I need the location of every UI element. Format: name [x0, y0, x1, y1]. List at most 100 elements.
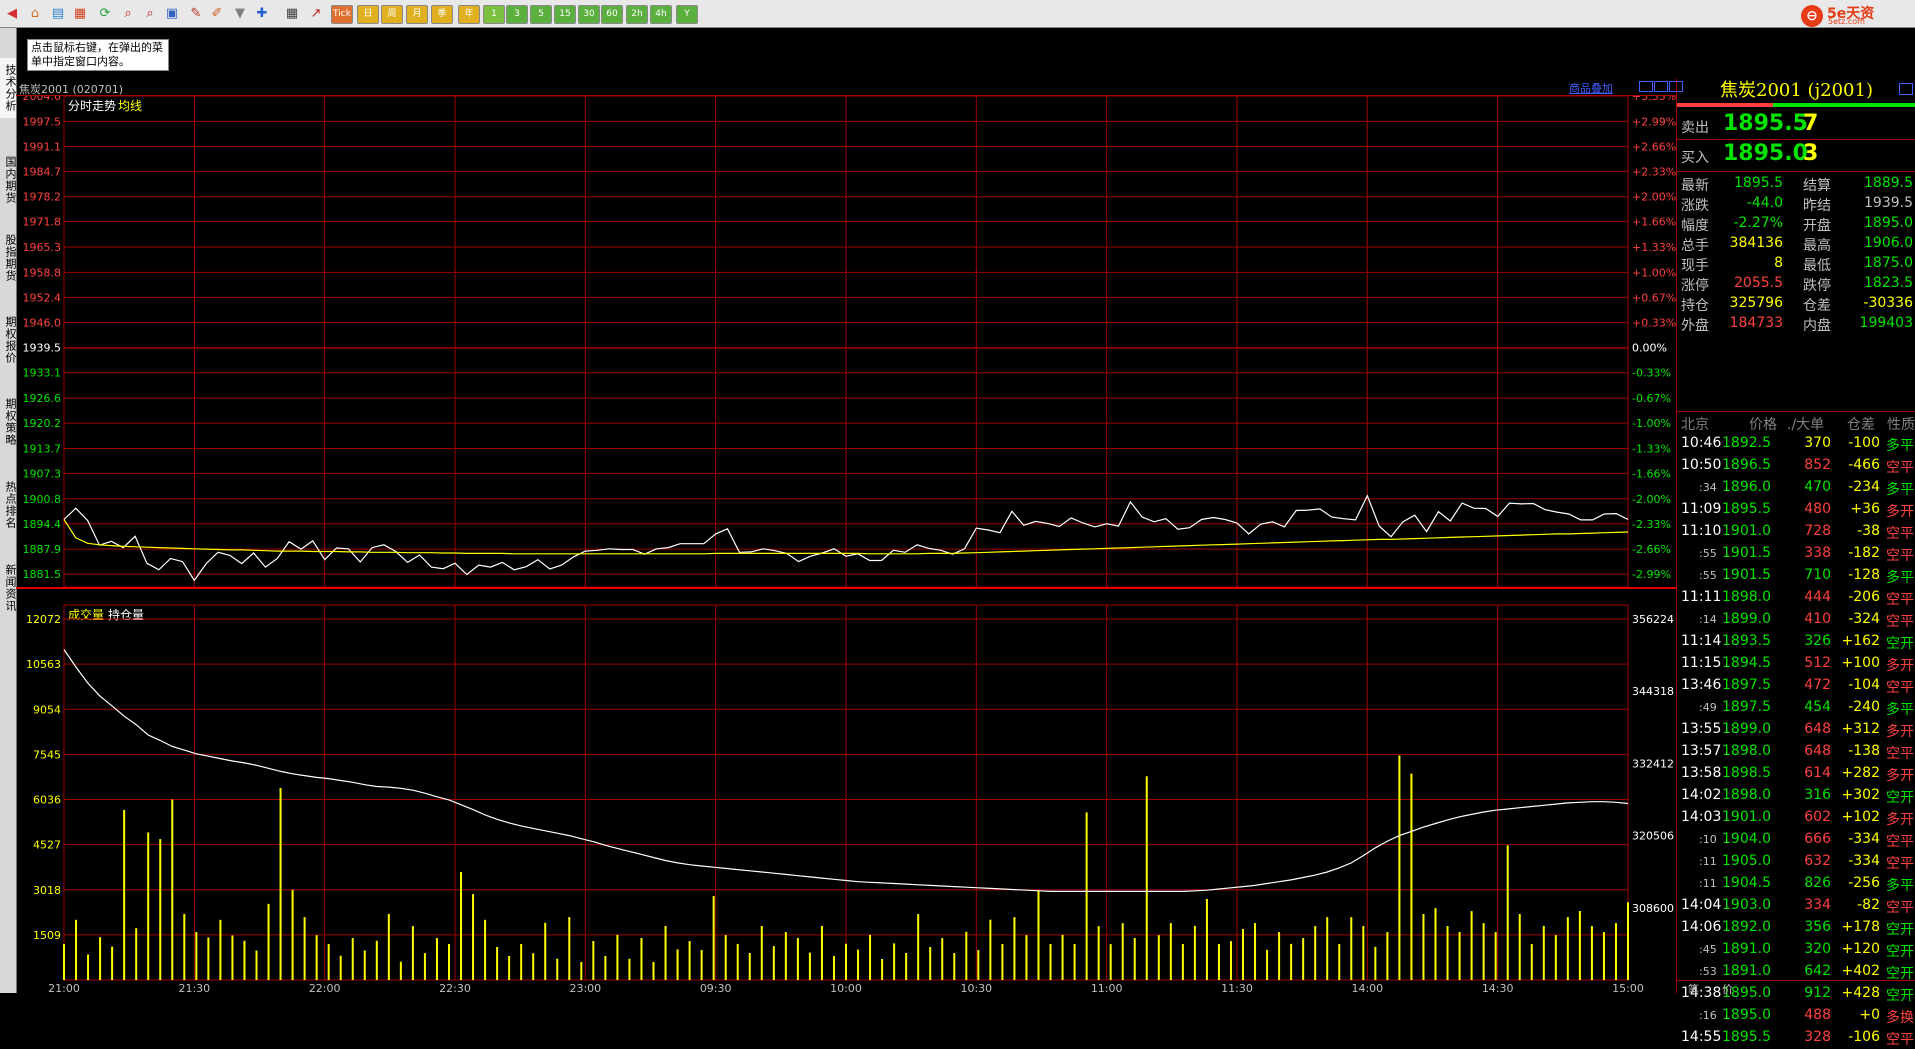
folder-icon[interactable]: ▤ [49, 5, 67, 22]
tick-price: 1895.5 [1722, 501, 1771, 517]
period-button[interactable]: Tick [331, 5, 353, 24]
side-tab[interactable]: 国内期货 [0, 148, 17, 212]
tick-oi-change: -206 [1848, 589, 1880, 605]
tick-price: 1891.0 [1722, 941, 1771, 957]
chart-icon[interactable]: ↗ [307, 5, 325, 22]
tick-price: 1904.0 [1722, 831, 1771, 847]
stat-label: 现手 [1681, 258, 1709, 274]
period-button[interactable]: 年 [458, 5, 480, 24]
tick-row: 14:55 1895.5 328 -106 空平 [1677, 1026, 1915, 1048]
tick-oi-change: +162 [1841, 633, 1880, 649]
tab-by-price[interactable]: 价 [1722, 981, 1733, 997]
period-button[interactable]: 30 [578, 5, 600, 24]
back-icon[interactable]: ◀ [3, 5, 21, 22]
period-button[interactable]: 4h [650, 5, 672, 24]
tab-by-trade[interactable]: 笔 [1688, 981, 1699, 997]
tick-nature: 空开 [1886, 790, 1914, 806]
tick-volume: 328 [1804, 1029, 1831, 1045]
side-tab[interactable]: 热点排名 [0, 473, 17, 537]
period-button[interactable]: 3 [506, 5, 528, 24]
tick-time: 10:50 [1681, 457, 1722, 473]
side-tab[interactable]: 新闻资讯 [0, 556, 17, 620]
period-button[interactable]: 1 [483, 5, 505, 24]
period-button[interactable]: 月 [406, 5, 428, 24]
tick-row: 11:14 1893.5 326 +162 空开 [1677, 630, 1915, 652]
period-button[interactable]: Y [676, 5, 698, 24]
tick-price: 1904.5 [1722, 875, 1771, 891]
stat-label: 昨结 [1803, 198, 1831, 214]
new-icon[interactable]: ✚ [253, 5, 271, 22]
stat-label: 内盘 [1803, 318, 1831, 334]
draw-icon[interactable]: ✎ [187, 5, 205, 22]
stat-value: 1939.5 [1864, 195, 1913, 211]
side-tab[interactable]: 技术分析 [0, 58, 17, 118]
period-button[interactable]: 日 [357, 5, 379, 24]
tick-nature: 多平 [1886, 438, 1914, 454]
period-button[interactable]: 60 [601, 5, 623, 24]
tick-row: :14 1899.0 410 -324 空平 [1677, 608, 1915, 630]
percent-tick-label: +1.33% [1632, 241, 1676, 254]
volume-label: 成交量 [68, 607, 104, 622]
tick-row: 11:10 1901.0 728 -38 空平 [1677, 520, 1915, 542]
intraday-chart-svg[interactable]: 2004.0 +3.33% 1997.5 +2.99% 1991.1 +2.66% 1984… [16, 90, 1676, 995]
tick-row: 13:55 1899.0 648 +312 多开 [1677, 718, 1915, 740]
stat-value: 1875.0 [1864, 255, 1913, 271]
tick-volume: 334 [1804, 897, 1831, 913]
side-tab[interactable]: 期权策略 [0, 390, 17, 454]
price-chart-label: 分时走势 [68, 99, 116, 113]
tick-nature: 空开 [1886, 944, 1914, 960]
stat-value: 8 [1774, 255, 1783, 271]
time-axis-label: 14:00 [1351, 982, 1383, 993]
tick-nature: 多换 [1886, 1010, 1914, 1026]
price-tick-label: 1965.3 [23, 241, 62, 254]
table-icon[interactable]: ▦ [283, 5, 301, 22]
tick-nature: 空平 [1886, 900, 1914, 916]
tick-oi-change: -256 [1848, 875, 1880, 891]
home-icon[interactable]: ⌂ [26, 5, 44, 22]
period-button[interactable]: 周 [381, 5, 403, 24]
side-tab[interactable]: 期权报价 [0, 308, 17, 372]
period-button[interactable]: 5 [530, 5, 552, 24]
price-tick-label: 1907.3 [23, 467, 62, 480]
period-button[interactable]: 季 [431, 5, 453, 24]
window-icon[interactable]: ▣ [163, 5, 181, 22]
tick-row: 13:58 1898.5 614 +282 多开 [1677, 762, 1915, 784]
news-icon[interactable]: ▦ [71, 5, 89, 22]
period-button[interactable]: 2h [626, 5, 648, 24]
tick-time: :10 [1699, 833, 1717, 846]
chart-header: 焦炭2001 (020701) 商品叠加 [16, 79, 1683, 96]
tick-volume: 710 [1804, 567, 1831, 583]
tick-volume: 632 [1804, 853, 1831, 869]
hint-tooltip: 点击鼠标右键，在弹出的菜单中指定窗口内容。 [27, 39, 169, 71]
tick-time: :55 [1699, 547, 1717, 560]
panel-menu-icon[interactable] [1899, 83, 1913, 95]
period-button[interactable]: 15 [554, 5, 576, 24]
restore-icon[interactable] [1639, 81, 1653, 92]
tick-row: 10:50 1896.5 852 -466 空平 [1677, 454, 1915, 476]
tick-time: 13:46 [1681, 677, 1722, 693]
tick-time: :53 [1699, 965, 1717, 978]
tick-nature: 空平 [1886, 746, 1914, 762]
filter-icon[interactable]: ▼ [231, 5, 249, 22]
tick-price: 1901.0 [1722, 523, 1771, 539]
stat-label: 涨跌 [1681, 198, 1709, 214]
percent-tick-label: 0.00% [1632, 342, 1667, 355]
search-icon[interactable]: ⌕ [119, 5, 137, 22]
zoom-icon[interactable]: ⌕ [141, 5, 159, 22]
tick-time: 11:09 [1681, 501, 1722, 517]
tick-volume: 444 [1804, 589, 1831, 605]
tick-row: 14:06 1892.0 356 +178 空开 [1677, 916, 1915, 938]
refresh-icon[interactable]: ⟳ [96, 5, 114, 22]
maximize-icon[interactable] [1654, 81, 1668, 92]
side-tab[interactable]: 股指期货 [0, 226, 17, 290]
stat-value: 1895.5 [1734, 175, 1783, 191]
tick-row: 11:09 1895.5 480 +36 多开 [1677, 498, 1915, 520]
tick-nature: 多开 [1886, 504, 1914, 520]
tick-row: :11 1904.5 826 -256 多平 [1677, 872, 1915, 894]
paint-icon[interactable]: ✐ [208, 5, 226, 22]
tick-volume: 356 [1804, 919, 1831, 935]
overlay-link[interactable]: 商品叠加 [1569, 80, 1613, 96]
price-tick-label: 1939.5 [23, 342, 62, 355]
tick-row: 14:02 1898.0 316 +302 空开 [1677, 784, 1915, 806]
stat-row: 涨跌 -44.0 昨结 1939.5 [1677, 193, 1915, 214]
